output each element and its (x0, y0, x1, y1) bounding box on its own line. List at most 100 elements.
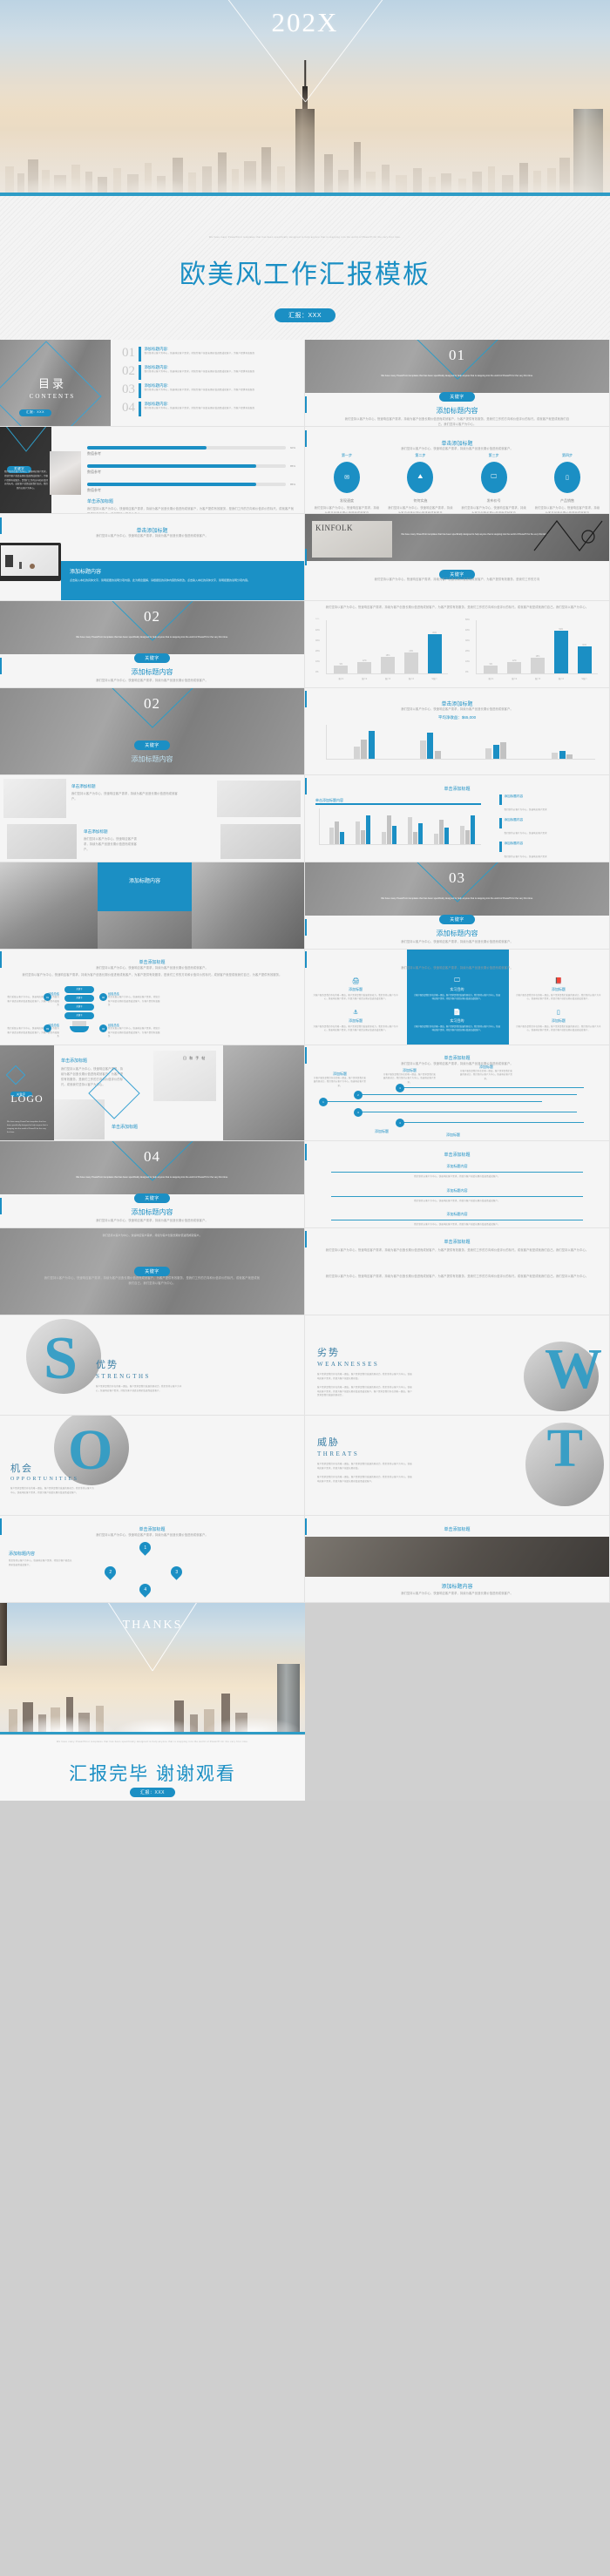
list-item[interactable]: 添加标题内容 我们坚持以客户为中心，快速响应客户需求，持续为客户创造长期价值进而… (331, 1164, 583, 1180)
final-accent-rule (0, 1732, 305, 1734)
slide-final-thanks[interactable]: THANKS We have many PowerPoint templates… (0, 1603, 305, 1801)
list-item[interactable]: 经验总结 我们采取以客户为中心，快速响应客户需求，持续为客户创造长期价值进而成就… (108, 1023, 162, 1039)
slide-contents[interactable]: 目录 CONTENTS 汇报：XXX 01 添加标题内容: 我们坚持以客户为中心… (0, 340, 305, 427)
timeline-node-num: 3 (354, 1108, 363, 1117)
contents-item-num: 01 (122, 346, 135, 360)
list-item[interactable]: 04 添加标题内容: 我们坚持以客户为中心，快速响应客户需求，持续为客户创造长期… (122, 402, 297, 416)
list-item[interactable]: 第四步 ▯ 产品销售 我们坚持以客户为中心，快速响应客户需求，持续为客户创造长期… (534, 453, 600, 513)
list-item[interactable]: 添加标题内容 我们坚持以客户为中心，快速响应客户需求 (499, 818, 604, 838)
bar-group: 12% (357, 659, 372, 673)
hero-year: 202X (271, 7, 339, 37)
slide-lines[interactable]: 单击添加标题 添加标题内容 我们坚持以客户为中心，快速响应客户需求，持续为客户创… (305, 1141, 610, 1228)
slide-section-01[interactable]: 01 We have many PowerPoint templates tha… (305, 340, 610, 427)
magazine-left-title: 单击添加标题 (71, 784, 96, 788)
slide-chart-side[interactable]: 单击添加标题 单击添加标题内容 添加标题内容 我们坚持以客户为中心，快速响应客户需… (305, 775, 610, 862)
bulb-graphic: 关键字 关键字 关键字 关键字 (64, 986, 94, 1032)
bar-group (355, 815, 370, 844)
slide-section-02b[interactable]: 02 关键字 添加标题内容 (0, 688, 305, 775)
list-item[interactable]: 经验总结 我们采取以客户为中心，快速响应客户需求，持续为客户创造长期价值进而成就… (108, 991, 162, 1008)
slide-six-grid[interactable]: 单击添加标题 我们坚持以客户为中心，快速响应客户需求，持续为客户创造长期价值进而… (305, 950, 610, 1045)
chart-side-list: 添加标题内容 我们坚持以客户为中心，快速响应客户需求 添加标题内容 我们坚持以客户为… (499, 794, 604, 862)
slide-bar-charts[interactable]: 我们坚持以客户为中心，快速响应客户需求，持续为客户创造长期价值进而成就客户，为客… (305, 601, 610, 688)
x-tick: S客户 (581, 678, 587, 680)
cell-desc: 为客户服务是我们存在的唯一理由，客户需求是我们发展的原动力。我们坚持以客户为中心… (516, 1025, 601, 1032)
list-item[interactable]: 第一步 ✉ 发现速度 我们坚持以客户为中心，快速响应客户需求，持续为客户创造长期… (314, 453, 380, 513)
slide-photo-collage[interactable]: 添加标题内容 (0, 862, 305, 950)
timeline-node-desc: 为客户服务是我们存在的唯一理由，客户需求是我们发展的原动力。我们坚持以客户为中心… (314, 1078, 366, 1087)
bar-group (485, 742, 507, 759)
step-name: 发现速度 (340, 498, 354, 503)
line-title: 添加标题内容 (446, 1187, 468, 1193)
slide-logo[interactable]: 关键字 LOGO We have many PowerPoint templat… (0, 1045, 305, 1141)
list-item[interactable]: ⚓ 添加标题 为客户服务是我们存在的唯一理由，客户需求是我们发展的原动力。我们坚… (305, 1005, 406, 1037)
side-item-desc: 我们坚持以客户为中心，快速响应客户需求 (504, 832, 547, 835)
swot-cn-title: 威胁 (317, 1437, 340, 1448)
map-pin-icon[interactable]: 1 (137, 1539, 153, 1556)
list-item[interactable]: 01 添加标题内容: 我们坚持以客户为中心，快速响应客户需求，持续为客户创造长期… (122, 347, 297, 362)
bulb-label: 关键字 (64, 986, 94, 993)
slide-swot-s[interactable]: S 优势 STRENGTHS 客户需求是我们存在的唯一理由，客户需求是我们发展的… (0, 1315, 305, 1416)
list-item[interactable]: 📄 实习目的 为客户服务是我们存在的唯一理由，客户需求是我们发展的原动力。我们坚… (406, 1005, 507, 1037)
list-item[interactable]: 03 添加标题内容: 我们坚持以客户为中心，快速响应客户需求，持续为客户创造长期… (122, 383, 297, 398)
slide-swot-t[interactable]: T 威胁 THREATS 客户需求是我们存在的唯一理由，客户需求是我们发展的原动… (305, 1416, 610, 1516)
slide-magazine[interactable]: 单击添加标题 我们坚持以客户为中心，快速响应客户需求，持续为客户创造长期价值进而… (0, 775, 305, 862)
slide-kinfolk[interactable]: KINFOLK We have many PowerPoint template… (305, 514, 610, 601)
list-item[interactable]: 第二步 ⛰ 何何实施 我们坚持以客户为中心，快速响应客户需求，持续为客户创造长期… (387, 453, 453, 513)
list-item[interactable]: 02 添加标题内容: 我们坚持以客户为中心，快速响应客户需求，持续为客户创造长期… (122, 365, 297, 380)
bar-group: 9% (484, 663, 498, 673)
map-pin-icon[interactable]: 2 (102, 1564, 119, 1580)
swot-body: 客户需求是我们存在的唯一理由，客户需求是我们发展的原动力。我们坚持以客户为中心，… (317, 1373, 412, 1380)
document-icon: 📄 (453, 1009, 461, 1016)
kinfolk-body: 我们坚持以客户为中心，快速响应客户需求，持续为客户创造长期价值进而成就客户，为客… (374, 578, 540, 581)
slide-section-02[interactable]: 02 We have many PowerPoint templates tha… (0, 601, 305, 688)
x-tick: 客户2 (512, 678, 518, 680)
x-tick: 客户1 (338, 678, 344, 680)
slide-swot-w[interactable]: W 劣势 WEAKNESSES 客户需求是我们存在的唯一理由，客户需求是我们发展… (305, 1315, 610, 1416)
slide-swot-o[interactable]: O 机会 OPPORTUNITIES 客户需求是我们存在的唯一理由，客户需求是我… (0, 1416, 305, 1516)
desk-body: 我们坚持以客户为中心，快速响应客户需求，持续为客户创造长期价值进而成就客户。 (401, 1592, 513, 1595)
slide-text-block[interactable]: 单击添加标题 我们坚持以客户为中心，快速响应客户需求，持续为客户创造长期价值进而… (305, 1228, 610, 1315)
section-number: 03 (449, 869, 465, 886)
swot-body: 客户需求是我们存在的唯一理由，客户需求是我们发展的原动力。我们坚持以客户为中心，… (10, 1487, 94, 1494)
map-pin-icon[interactable]: 4 (137, 1581, 153, 1598)
slide-bulb[interactable]: 单击添加标题 我们坚持以客户为中心，快速响应客户需求，持续为客户创造长期价值进而… (0, 950, 305, 1045)
cell-title: 实习目的 (450, 1018, 464, 1023)
step-label: 第四步 (561, 453, 573, 457)
list-item[interactable]: 添加标题内容 我们坚持以客户为中心，快速响应客户需求 (499, 842, 604, 862)
list-item[interactable]: ▯ 添加标题 为客户服务是我们存在的唯一理由，客户需求是我们发展的原动力。我们坚… (508, 1005, 609, 1037)
slide-device[interactable]: 单击添加标题 我们坚持以客户为中心，快速响应客户需求，持续为客户创造长期价值进而… (0, 514, 305, 601)
swot-letter: T (546, 1419, 583, 1478)
list-item[interactable]: 🖨 添加标题 为客户服务是我们存在的唯一理由，客户需求是我们发展的原动力。我们坚… (305, 974, 406, 1005)
slide-section-03[interactable]: 03 We have many PowerPoint templates tha… (305, 862, 610, 950)
list-item[interactable]: 📕 添加标题 为客户服务是我们存在的唯一理由，客户需求是我们发展的原动力。我们坚… (508, 974, 609, 1005)
section-pill[interactable]: 关键字 (134, 740, 170, 750)
kinfolk-brand: KINFOLK (315, 524, 353, 532)
section-number: 02 (144, 608, 160, 625)
lines-rows: 添加标题内容 我们坚持以客户为中心，快速响应客户需求，持续为客户创造长期价值进而… (331, 1164, 583, 1227)
list-item[interactable]: 添加标题内容 我们坚持以客户为中心，快速响应客户需求，持续为客户创造长期价值进而… (331, 1212, 583, 1227)
y-tick: 20% (315, 650, 320, 652)
map-pin-icon[interactable]: 3 (168, 1564, 185, 1580)
list-item[interactable]: 第三步 🖵 发布价号 我们坚持以客户为中心，快速响应客户需求，持续为客户创造长期… (461, 453, 527, 513)
slide-steps[interactable]: 单击添加标题 我们坚持以客户为中心，快速响应客户需求，持续为客户创造长期价值进而… (305, 427, 610, 514)
step-label: 第三步 (488, 453, 499, 457)
slide-timeline[interactable]: 单击添加标题 我们坚持以客户为中心，快速响应客户需求，持续为客户创造长期价值进而… (305, 1045, 610, 1141)
y-tick: 40% (465, 629, 470, 632)
bulb-label: 关键字 (64, 995, 94, 1002)
progress-section-title: 单击添加标题 (87, 499, 114, 504)
bar-group: 18% (530, 655, 545, 673)
list-item[interactable]: 添加标题内容 我们坚持以客户为中心，快速响应客户需求 (499, 794, 604, 815)
slide-pins[interactable]: 单击添加标题 我们坚持以客户为中心，快速响应客户需求，持续为客户创造长期价值进而… (0, 1516, 305, 1603)
slide-section-04[interactable]: 04 We have many PowerPoint templates tha… (0, 1141, 305, 1228)
list-item[interactable]: 添加标题内容 我们坚持以客户为中心，快速响应客户需求，持续为客户创造长期价值进而… (331, 1188, 583, 1204)
cell-desc: 为客户服务是我们存在的唯一理由，客户需求是我们发展的原动力。我们坚持以客户为中心… (313, 995, 398, 1001)
swot-cn-title: 劣势 (317, 1348, 340, 1358)
slide-section-04b[interactable]: 我们坚持以客户为中心，快速响应客户需求，持续为客户创造长期价值进而成就客户。 关… (0, 1228, 305, 1315)
list-item[interactable]: 经验总结 我们采取以客户为中心，快速响应客户需求，持续为客户创造长期价值进而成就… (5, 1023, 59, 1039)
list-item[interactable]: 经验总结 我们采取以客户为中心，快速响应客户需求，持续为客户创造长期价值进而成就… (5, 991, 59, 1008)
slide-desk[interactable]: 单击添加标题 添加标题内容 我们坚持以客户为中心，快速响应客户需求，持续为客户创… (305, 1516, 610, 1603)
slide-grouped-chart[interactable]: 单击添加标题 我们坚持以客户为中心，快速响应客户需求，持续为客户创造长期价值进而… (305, 688, 610, 775)
slide-progress[interactable]: 关键字 我们坚持以客户为中心，快速响应客户需求，持续为客户创造长期价值进而成就客… (0, 427, 305, 514)
list-item[interactable]: 🖵 实习目的 为客户服务是我们存在的唯一理由，客户需求是我们发展的原动力。我们坚… (406, 974, 507, 1005)
timeline-node-num: 4 (396, 1084, 404, 1092)
